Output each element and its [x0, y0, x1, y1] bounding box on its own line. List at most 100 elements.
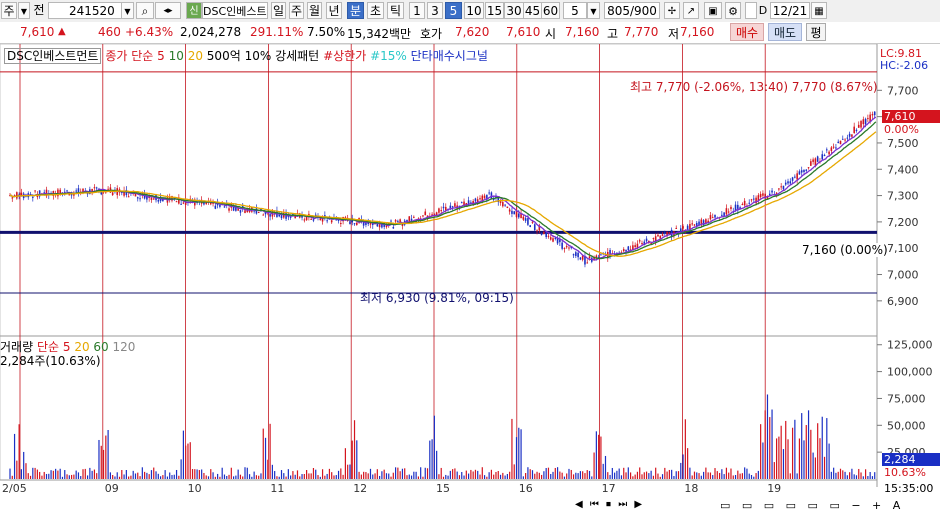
interval-1-button[interactable]: 1 [409, 2, 425, 19]
candle-body [527, 218, 529, 225]
volume-tick-label: 100,000 [887, 366, 933, 379]
interval-60-button[interactable]: 60 [541, 2, 560, 19]
candle-body [340, 223, 342, 225]
period-week-button[interactable]: 주 [289, 2, 304, 19]
period-minute-button[interactable]: 분 [347, 2, 364, 19]
interval-3-button[interactable]: 3 [427, 2, 443, 19]
candle-body [136, 197, 139, 199]
period-day-button[interactable]: 일 [271, 2, 286, 19]
bar-count-field[interactable]: 805/900 [604, 2, 660, 19]
period-second-button[interactable]: 초 [367, 2, 384, 19]
vol-legend-120[interactable]: 120 [113, 340, 136, 354]
sell-button[interactable]: 매도 [768, 23, 802, 41]
candle-body [816, 156, 819, 162]
candle-body [800, 170, 803, 173]
legend-ma10[interactable]: 10 [169, 49, 184, 63]
candle-body [652, 238, 655, 240]
candle-body [511, 210, 513, 214]
calendar-icon[interactable]: ▦ [811, 2, 827, 19]
candle-body [622, 249, 625, 252]
market-dropdown-arrow-icon[interactable]: ▼ [18, 2, 30, 19]
interval-15-button[interactable]: 15 [485, 2, 504, 19]
avg-button[interactable]: 평 [806, 23, 826, 41]
legend-15pct[interactable]: #15% [370, 49, 407, 63]
candle-body [504, 204, 506, 206]
candle-body [390, 220, 392, 222]
chart-area[interactable]: 2/050910111215161718197,7007,6007,5007,4… [0, 44, 940, 514]
candle-body [488, 192, 490, 194]
low-annotation: 최저 6,930 (9.81%, 09:15) [360, 291, 514, 305]
legend-ma[interactable]: 종가 단순 5 [105, 49, 164, 63]
candle-body [682, 226, 684, 229]
candle-body [771, 190, 773, 193]
candle-body [424, 211, 427, 216]
period-month-button[interactable]: 월 [307, 2, 322, 19]
interval-45-button[interactable]: 45 [523, 2, 542, 19]
gear-icon[interactable]: ⚙ [725, 2, 741, 19]
candle-body [577, 252, 579, 258]
candle-body [547, 235, 550, 237]
zoom-controls[interactable]: ▭ ▭ ▭ ▭ ▭ ▭ − + A [720, 499, 904, 512]
period-tick-button[interactable]: 틱 [387, 2, 404, 19]
candle-body [839, 140, 842, 145]
candle-body [826, 149, 828, 151]
scroll-controls[interactable]: ◀ ⏮ ⏹ ⏭ ▶ [575, 499, 644, 510]
volume-pct-tag: 10.63% [884, 466, 926, 479]
stock-name-field[interactable]: DSC인베스트 [202, 2, 268, 19]
stock-badge: 신 [186, 2, 202, 19]
interval-input[interactable]: 5 [563, 2, 587, 19]
candle-body [705, 219, 707, 223]
candle-body [239, 210, 242, 213]
candle-body [798, 171, 801, 175]
volume-tag: 2,284 [882, 453, 940, 466]
crosshair-icon[interactable]: ✢ [664, 2, 680, 19]
save-icon[interactable]: ▣ [704, 2, 722, 19]
candle-body [805, 169, 808, 171]
candle-body [310, 218, 312, 220]
candle-body [657, 234, 659, 237]
high-annotation: 최고 7,770 (-2.06%, 13:40) 7,770 (8.67%) [630, 80, 878, 94]
candle-body [330, 220, 333, 223]
interval-30-button[interactable]: 30 [504, 2, 524, 19]
candle-body [588, 256, 591, 259]
candle-body [34, 190, 36, 192]
interval-10-button[interactable]: 10 [464, 2, 484, 19]
candle-body [796, 173, 798, 180]
legend-stock-name[interactable]: DSC인베스트먼트 [4, 48, 102, 64]
period-year-button[interactable]: 년 [326, 2, 342, 19]
price-tick-label: 7,100 [887, 242, 919, 255]
candle-body [205, 202, 208, 205]
prev-next-icon[interactable]: ◂▸ [155, 2, 181, 19]
buy-button[interactable]: 매수 [730, 23, 764, 41]
legend-500[interactable]: 500억 [207, 49, 241, 63]
price-volume-chart[interactable]: 2/050910111215161718197,7007,6007,5007,4… [0, 44, 940, 514]
d-checkbox[interactable] [745, 2, 757, 19]
x-tick-label: 11 [270, 482, 284, 495]
candle-body [787, 181, 789, 184]
candle-body [586, 262, 589, 264]
legend-signal[interactable]: 단타매수시그널 [411, 49, 488, 63]
candle-body [768, 193, 771, 196]
candle-body [565, 246, 568, 248]
date-field[interactable]: 12/21 [770, 2, 810, 19]
market-type-select[interactable]: 주 [1, 2, 17, 19]
candle-body [536, 230, 538, 232]
legend-limitup[interactable]: #상한가 [323, 49, 366, 63]
search-icon[interactable]: ⌕ [136, 2, 154, 19]
d-label: D [758, 4, 768, 17]
interval-dropdown-icon[interactable]: ▼ [587, 2, 600, 19]
legend-10pct[interactable]: 10% 강세패턴 [245, 49, 320, 63]
candle-body [440, 210, 443, 212]
candle-body [392, 227, 395, 229]
candle-body [517, 213, 520, 218]
candle-body [862, 119, 865, 125]
interval-5-button[interactable]: 5 [445, 2, 462, 19]
code-dropdown-icon[interactable]: ▼ [121, 2, 134, 19]
x-tick-label: 10 [188, 482, 202, 495]
legend-ma20[interactable]: 20 [188, 49, 203, 63]
drawing-tool-icon[interactable]: ↗ [683, 2, 699, 19]
candle-body [579, 257, 582, 260]
candle-body [864, 118, 867, 125]
candle-body [725, 208, 728, 215]
candle-body [853, 126, 855, 133]
